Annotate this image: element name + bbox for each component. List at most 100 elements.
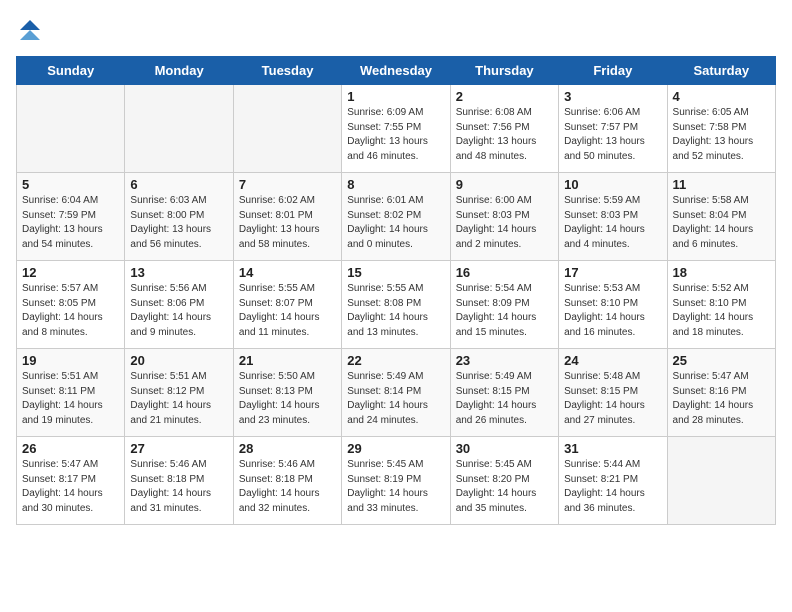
day-detail: Sunrise: 6:01 AM Sunset: 8:02 PM Dayligh… <box>347 194 444 252</box>
calendar-day-9: 9 Sunrise: 6:00 AM Sunset: 8:03 PM Daylig… <box>450 173 558 261</box>
day-number: 11 <box>673 177 770 192</box>
calendar-day-7: 7Sunrise: 6:02 AM Sunset: 8:01 PM Daylig… <box>233 173 341 261</box>
day-detail: Sunrise: 5:48 AM Sunset: 8:15 PM Dayligh… <box>564 370 661 428</box>
day-number: 5 <box>22 177 119 192</box>
day-detail: Sunrise: 5:51 AM Sunset: 8:12 PM Dayligh… <box>130 370 227 428</box>
calendar-day-5: 5 Sunrise: 6:04 AM Sunset: 7:59 PM Daylig… <box>17 173 125 261</box>
day-detail: Sunrise: 5:53 AM Sunset: 8:10 PM Dayligh… <box>564 282 661 340</box>
day-number: 26 <box>22 441 119 456</box>
day-detail: Sunrise: 5:46 AM Sunset: 8:18 PM Dayligh… <box>130 458 227 516</box>
calendar-day-21: 21Sunrise: 5:50 AM Sunset: 8:13 PM Dayli… <box>233 349 341 437</box>
day-header-friday: Friday <box>559 57 667 85</box>
calendar-day-17: 17 Sunrise: 5:53 AM Sunset: 8:10 PM Dayli… <box>559 261 667 349</box>
calendar-day-empty <box>17 85 125 173</box>
day-header-tuesday: Tuesday <box>233 57 341 85</box>
day-header-sunday: Sunday <box>17 57 125 85</box>
day-number: 25 <box>673 353 770 368</box>
day-number: 23 <box>456 353 553 368</box>
day-number: 10 <box>564 177 661 192</box>
calendar-day-26: 26 Sunrise: 5:47 AM Sunset: 8:17 PM Dayli… <box>17 437 125 525</box>
day-header-monday: Monday <box>125 57 233 85</box>
day-detail: Sunrise: 5:49 AM Sunset: 8:15 PM Dayligh… <box>456 370 553 428</box>
calendar-day-24: 24 Sunrise: 5:48 AM Sunset: 8:15 PM Dayli… <box>559 349 667 437</box>
day-number: 28 <box>239 441 336 456</box>
day-detail: Sunrise: 5:47 AM Sunset: 8:16 PM Dayligh… <box>673 370 770 428</box>
day-number: 14 <box>239 265 336 280</box>
day-detail: Sunrise: 6:05 AM Sunset: 7:58 PM Dayligh… <box>673 106 770 164</box>
calendar-day-6: 6Sunrise: 6:03 AM Sunset: 8:00 PM Daylig… <box>125 173 233 261</box>
calendar-day-empty <box>125 85 233 173</box>
day-detail: Sunrise: 6:08 AM Sunset: 7:56 PM Dayligh… <box>456 106 553 164</box>
day-number: 1 <box>347 89 444 104</box>
day-detail: Sunrise: 5:54 AM Sunset: 8:09 PM Dayligh… <box>456 282 553 340</box>
day-number: 4 <box>673 89 770 104</box>
day-detail: Sunrise: 5:51 AM Sunset: 8:11 PM Dayligh… <box>22 370 119 428</box>
calendar-day-20: 20 Sunrise: 5:51 AM Sunset: 8:12 PM Dayli… <box>125 349 233 437</box>
day-number: 30 <box>456 441 553 456</box>
day-number: 2 <box>456 89 553 104</box>
day-number: 17 <box>564 265 661 280</box>
day-number: 13 <box>130 265 227 280</box>
calendar-day-23: 23 Sunrise: 5:49 AM Sunset: 8:15 PM Dayli… <box>450 349 558 437</box>
calendar-day-8: 8 Sunrise: 6:01 AM Sunset: 8:02 PM Daylig… <box>342 173 450 261</box>
day-detail: Sunrise: 6:03 AM Sunset: 8:00 PM Dayligh… <box>130 194 227 252</box>
calendar-day-2: 2 Sunrise: 6:08 AM Sunset: 7:56 PM Daylig… <box>450 85 558 173</box>
day-number: 3 <box>564 89 661 104</box>
day-number: 19 <box>22 353 119 368</box>
calendar-day-29: 29 Sunrise: 5:45 AM Sunset: 8:19 PM Dayli… <box>342 437 450 525</box>
day-detail: Sunrise: 5:45 AM Sunset: 8:20 PM Dayligh… <box>456 458 553 516</box>
day-detail: Sunrise: 5:55 AM Sunset: 8:08 PM Dayligh… <box>347 282 444 340</box>
calendar-day-31: 31 Sunrise: 5:44 AM Sunset: 8:21 PM Dayli… <box>559 437 667 525</box>
day-number: 9 <box>456 177 553 192</box>
day-number: 29 <box>347 441 444 456</box>
day-detail: Sunrise: 6:04 AM Sunset: 7:59 PM Dayligh… <box>22 194 119 252</box>
calendar-day-18: 18Sunrise: 5:52 AM Sunset: 8:10 PM Dayli… <box>667 261 775 349</box>
day-number: 20 <box>130 353 227 368</box>
day-detail: Sunrise: 5:47 AM Sunset: 8:17 PM Dayligh… <box>22 458 119 516</box>
day-number: 24 <box>564 353 661 368</box>
logo <box>16 16 48 44</box>
calendar-table: SundayMondayTuesdayWednesdayThursdayFrid… <box>16 56 776 525</box>
calendar-day-25: 25 Sunrise: 5:47 AM Sunset: 8:16 PM Dayli… <box>667 349 775 437</box>
calendar-day-10: 10 Sunrise: 5:59 AM Sunset: 8:03 PM Dayli… <box>559 173 667 261</box>
day-detail: Sunrise: 6:00 AM Sunset: 8:03 PM Dayligh… <box>456 194 553 252</box>
day-detail: Sunrise: 6:06 AM Sunset: 7:57 PM Dayligh… <box>564 106 661 164</box>
day-number: 12 <box>22 265 119 280</box>
day-number: 27 <box>130 441 227 456</box>
day-header-saturday: Saturday <box>667 57 775 85</box>
calendar-day-13: 13 Sunrise: 5:56 AM Sunset: 8:06 PM Dayli… <box>125 261 233 349</box>
day-detail: Sunrise: 5:49 AM Sunset: 8:14 PM Dayligh… <box>347 370 444 428</box>
day-detail: Sunrise: 5:56 AM Sunset: 8:06 PM Dayligh… <box>130 282 227 340</box>
day-number: 31 <box>564 441 661 456</box>
day-detail: Sunrise: 5:44 AM Sunset: 8:21 PM Dayligh… <box>564 458 661 516</box>
day-detail: Sunrise: 5:45 AM Sunset: 8:19 PM Dayligh… <box>347 458 444 516</box>
day-detail: Sunrise: 5:46 AM Sunset: 8:18 PM Dayligh… <box>239 458 336 516</box>
calendar-day-14: 14 Sunrise: 5:55 AM Sunset: 8:07 PM Dayli… <box>233 261 341 349</box>
day-detail: Sunrise: 5:55 AM Sunset: 8:07 PM Dayligh… <box>239 282 336 340</box>
day-header-wednesday: Wednesday <box>342 57 450 85</box>
calendar-day-1: 1 Sunrise: 6:09 AM Sunset: 7:55 PM Daylig… <box>342 85 450 173</box>
calendar-day-19: 19 Sunrise: 5:51 AM Sunset: 8:11 PM Dayli… <box>17 349 125 437</box>
calendar-day-28: 28 Sunrise: 5:46 AM Sunset: 8:18 PM Dayli… <box>233 437 341 525</box>
calendar-day-11: 11 Sunrise: 5:58 AM Sunset: 8:04 PM Dayli… <box>667 173 775 261</box>
day-number: 22 <box>347 353 444 368</box>
calendar-day-12: 12 Sunrise: 5:57 AM Sunset: 8:05 PM Dayli… <box>17 261 125 349</box>
day-detail: Sunrise: 5:52 AM Sunset: 8:10 PM Dayligh… <box>673 282 770 340</box>
day-detail: Sunrise: 5:59 AM Sunset: 8:03 PM Dayligh… <box>564 194 661 252</box>
day-detail: Sunrise: 6:02 AM Sunset: 8:01 PM Dayligh… <box>239 194 336 252</box>
day-detail: Sunrise: 5:57 AM Sunset: 8:05 PM Dayligh… <box>22 282 119 340</box>
day-number: 8 <box>347 177 444 192</box>
day-number: 21 <box>239 353 336 368</box>
calendar-day-27: 27 Sunrise: 5:46 AM Sunset: 8:18 PM Dayli… <box>125 437 233 525</box>
calendar-day-3: 3 Sunrise: 6:06 AM Sunset: 7:57 PM Daylig… <box>559 85 667 173</box>
calendar-day-4: 4 Sunrise: 6:05 AM Sunset: 7:58 PM Daylig… <box>667 85 775 173</box>
day-detail: Sunrise: 6:09 AM Sunset: 7:55 PM Dayligh… <box>347 106 444 164</box>
calendar-day-16: 16 Sunrise: 5:54 AM Sunset: 8:09 PM Dayli… <box>450 261 558 349</box>
logo-icon <box>16 16 44 44</box>
calendar-day-empty <box>233 85 341 173</box>
day-detail: Sunrise: 5:58 AM Sunset: 8:04 PM Dayligh… <box>673 194 770 252</box>
day-number: 15 <box>347 265 444 280</box>
calendar-day-30: 30 Sunrise: 5:45 AM Sunset: 8:20 PM Dayli… <box>450 437 558 525</box>
day-number: 16 <box>456 265 553 280</box>
day-header-thursday: Thursday <box>450 57 558 85</box>
